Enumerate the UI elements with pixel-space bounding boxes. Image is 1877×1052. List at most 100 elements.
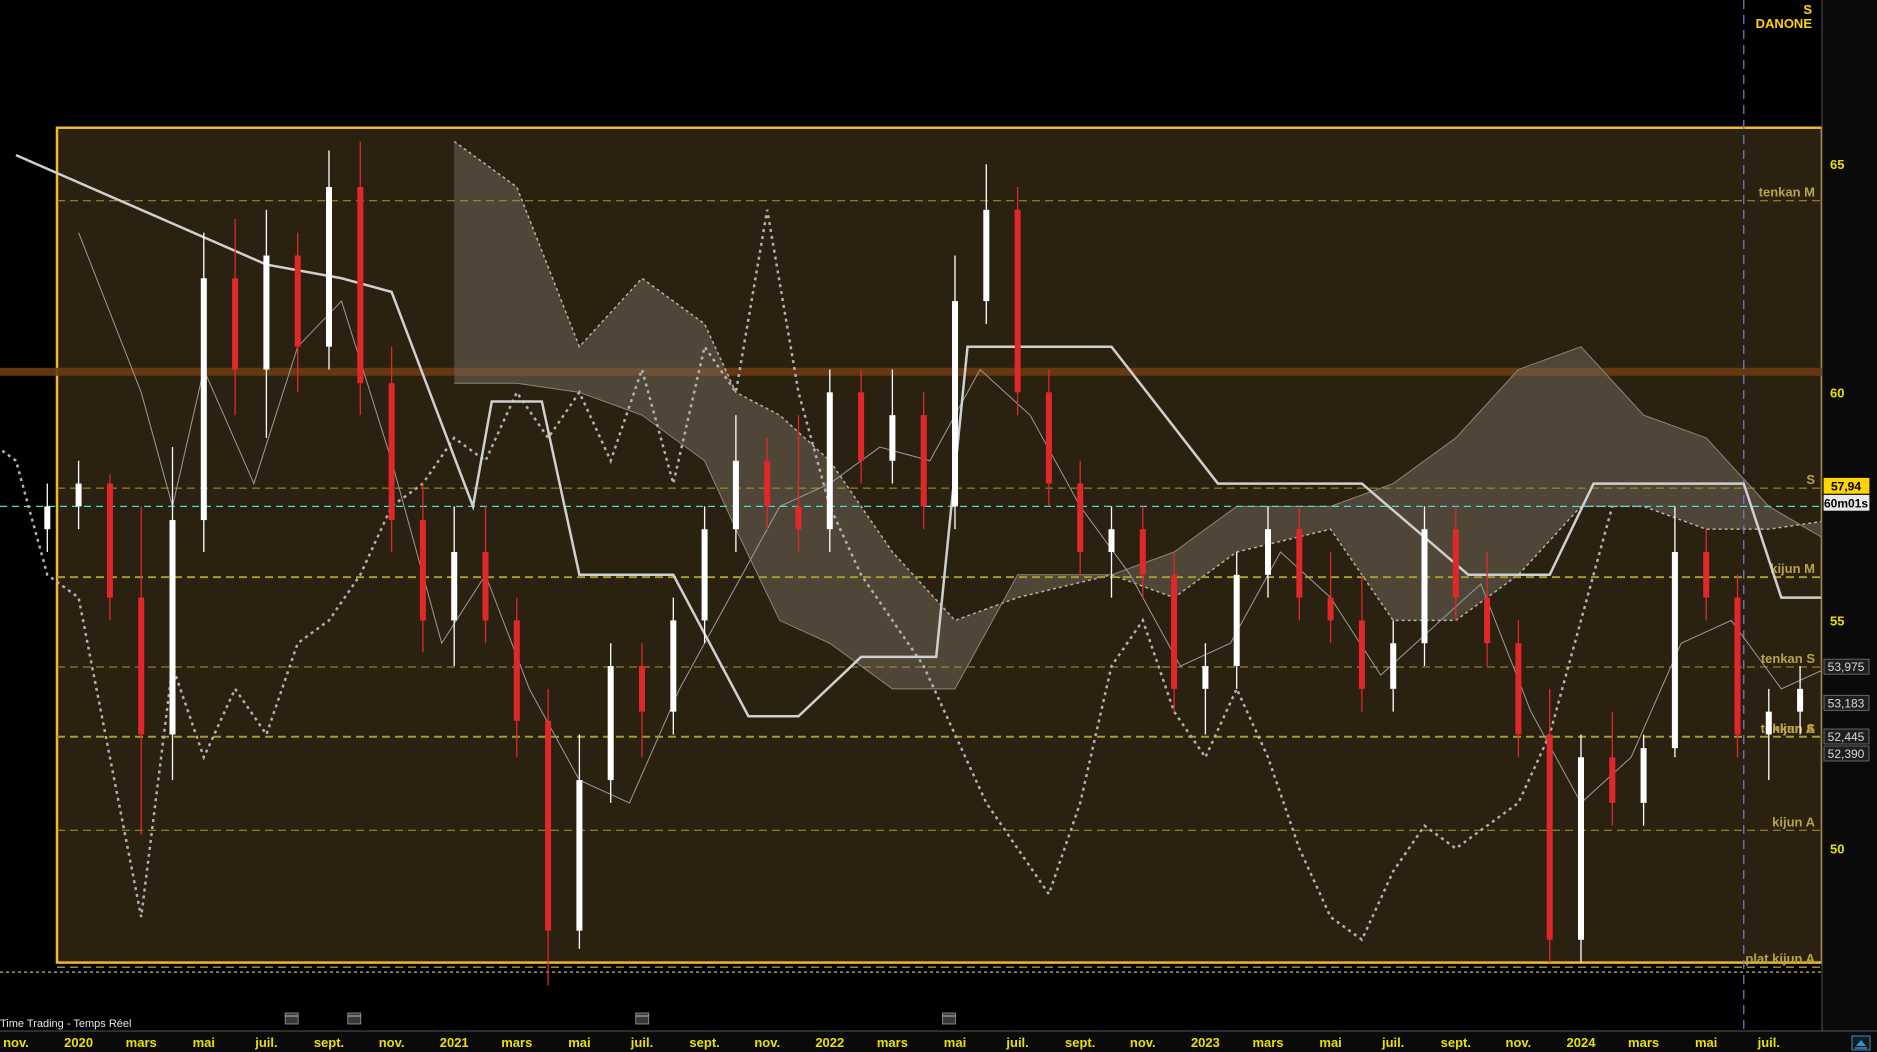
candle-body [263, 255, 270, 370]
x-tick-label: nov. [754, 1035, 780, 1050]
expand-window-icon[interactable] [1851, 1035, 1871, 1051]
zone-rectangle [55, 126, 1824, 964]
calendar-event-icon[interactable] [635, 1012, 650, 1025]
candle-body [545, 720, 552, 931]
candle-body [513, 620, 520, 721]
level-label: kijun M [1770, 561, 1815, 576]
price-tag-label: 57,94 [1831, 479, 1861, 493]
price-tag: 57,94 [1823, 477, 1870, 494]
candle-body [732, 460, 739, 530]
x-tick-label: mai [1695, 1035, 1717, 1050]
candle-body [106, 483, 113, 598]
candle-body [1578, 757, 1584, 940]
candle-body [920, 415, 927, 507]
x-tick-label: 2023 [1191, 1035, 1220, 1050]
price-tag-label: 53,975 [1828, 660, 1865, 674]
candle-body [858, 392, 865, 461]
candle-body [1452, 529, 1459, 598]
candle-body [826, 392, 833, 530]
candle-body [1515, 643, 1522, 735]
calendar-icon-body [635, 1012, 650, 1025]
level-label: kijun A [1772, 814, 1815, 829]
x-tick-label: mars [1252, 1035, 1283, 1050]
price-tag-label: 60m01s [1824, 496, 1868, 510]
calendar-event-icon[interactable] [284, 1012, 299, 1025]
x-tick-label: juil. [630, 1035, 653, 1050]
candle-body [639, 666, 645, 712]
x-tick-label: mai [944, 1035, 966, 1050]
zone-layer [55, 126, 1824, 964]
candle-body [1640, 748, 1647, 803]
candle-body [889, 415, 896, 461]
footer-label: Time Trading - Temps Réel [0, 1018, 131, 1030]
x-tick-label: 2022 [815, 1035, 844, 1050]
x-tick-label: 2024 [1567, 1035, 1597, 1050]
candle-body [1077, 483, 1084, 552]
candle-body [1108, 529, 1115, 552]
price-tag: 53,975 [1823, 658, 1870, 675]
candle-body [701, 529, 708, 621]
candle-body [1358, 620, 1365, 689]
candle-body [419, 520, 426, 621]
y-tick-label: 65 [1830, 157, 1844, 172]
candle-body [1734, 597, 1741, 735]
candle-body [388, 383, 395, 521]
candle-body [607, 666, 614, 781]
y-tick-label: 55 [1830, 613, 1844, 628]
candle-body [138, 597, 145, 735]
candle-body [1233, 574, 1240, 667]
candle-body [232, 278, 239, 370]
x-tick-label: nov. [379, 1035, 405, 1050]
candle-body [451, 551, 458, 621]
x-tick-label: 2021 [440, 1035, 469, 1050]
x-tick-label: mars [1628, 1035, 1659, 1050]
symbol-flag: S [1803, 2, 1812, 17]
candle-body [1139, 529, 1146, 575]
candle-body [576, 780, 583, 931]
candle-body [44, 506, 51, 530]
calendar-icon-body [284, 1012, 299, 1025]
candle-body [670, 620, 677, 712]
candle-body [294, 255, 301, 347]
x-tick-label: mai [193, 1035, 215, 1050]
x-tick-label: sept. [1065, 1035, 1095, 1050]
candle-body [1014, 209, 1021, 393]
x-tick-label: sept. [314, 1035, 344, 1050]
price-axis-panel[interactable] [1822, 0, 1877, 1031]
x-tick-label: mars [501, 1035, 532, 1050]
calendar-event-icon[interactable] [942, 1012, 956, 1025]
candle-body [1671, 551, 1678, 749]
candle-body [1797, 688, 1804, 712]
price-tag-label: 52,390 [1828, 747, 1865, 761]
candle-body [952, 301, 958, 507]
calendar-icon-body [942, 1012, 956, 1025]
x-tick-label: 2020 [64, 1035, 93, 1050]
x-tick-label: juil. [1005, 1035, 1028, 1050]
candle-body [482, 551, 489, 621]
candle-body [75, 483, 82, 507]
candle-body [200, 278, 207, 521]
candle-body [983, 209, 990, 302]
candle-body [1390, 643, 1397, 689]
level-label: S [1806, 472, 1815, 487]
x-tick-label: nov. [3, 1035, 29, 1050]
candle-body [1202, 666, 1209, 689]
candle-body [1045, 392, 1052, 484]
candle-body [1265, 529, 1271, 575]
candle-body [1765, 711, 1772, 735]
price-tag: 52,390 [1823, 745, 1870, 762]
candle-body [1171, 574, 1178, 689]
x-tick-label: sept. [689, 1035, 719, 1050]
symbol-name: DANONE [1756, 16, 1813, 31]
candle-body [1327, 597, 1334, 621]
x-tick-label: juil. [1381, 1035, 1404, 1050]
candle-body [1421, 529, 1428, 644]
price-tag: 60m01s [1823, 494, 1870, 511]
level-label: tenkan S [1761, 651, 1816, 666]
candle-body [326, 187, 332, 347]
calendar-event-icon[interactable] [347, 1012, 362, 1025]
level-label: plat kijun A [1745, 951, 1815, 966]
candle-body [1546, 734, 1553, 940]
level-label: tenkan M [1759, 185, 1815, 200]
candle-body [169, 520, 176, 735]
